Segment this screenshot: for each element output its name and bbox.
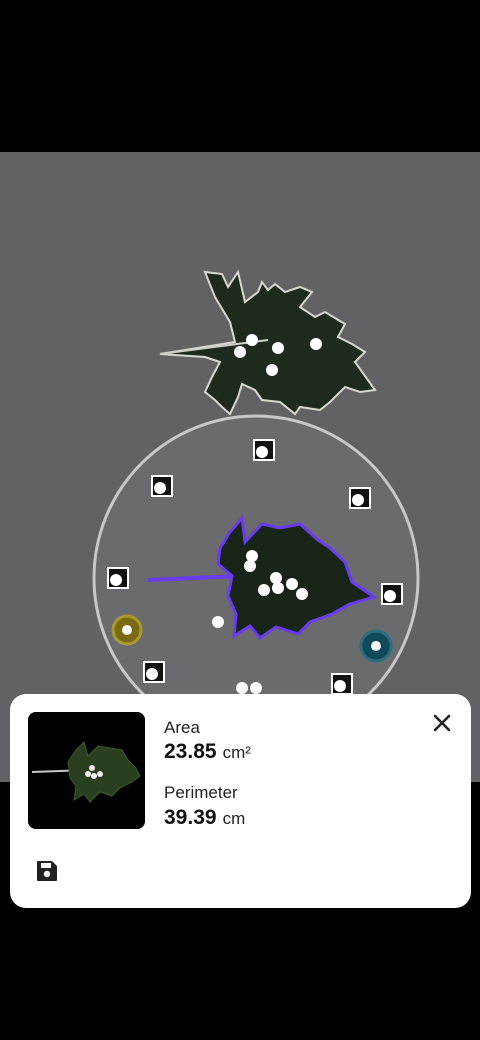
measurement-result-sheet: Area 23.85 cm² Perimeter 39.39 cm [10,694,471,908]
perimeter-value-row: 39.39 cm [164,806,245,830]
perimeter-label: Perimeter [164,783,238,802]
area-unit: cm² [222,743,251,762]
camera-scene [0,152,480,782]
camera-view[interactable] [0,152,480,782]
perimeter-value: 39.39 [164,806,217,829]
save-button[interactable] [34,858,60,884]
area-value: 23.85 [164,740,217,763]
save-icon [37,861,57,881]
leaf-thumbnail[interactable] [28,712,145,829]
close-icon [433,714,451,732]
close-button[interactable] [429,710,455,736]
perimeter-unit: cm [222,809,246,828]
area-value-row: 23.85 cm² [164,740,251,764]
area-label: Area [164,718,200,737]
leaf-thumbnail-image [28,712,145,829]
